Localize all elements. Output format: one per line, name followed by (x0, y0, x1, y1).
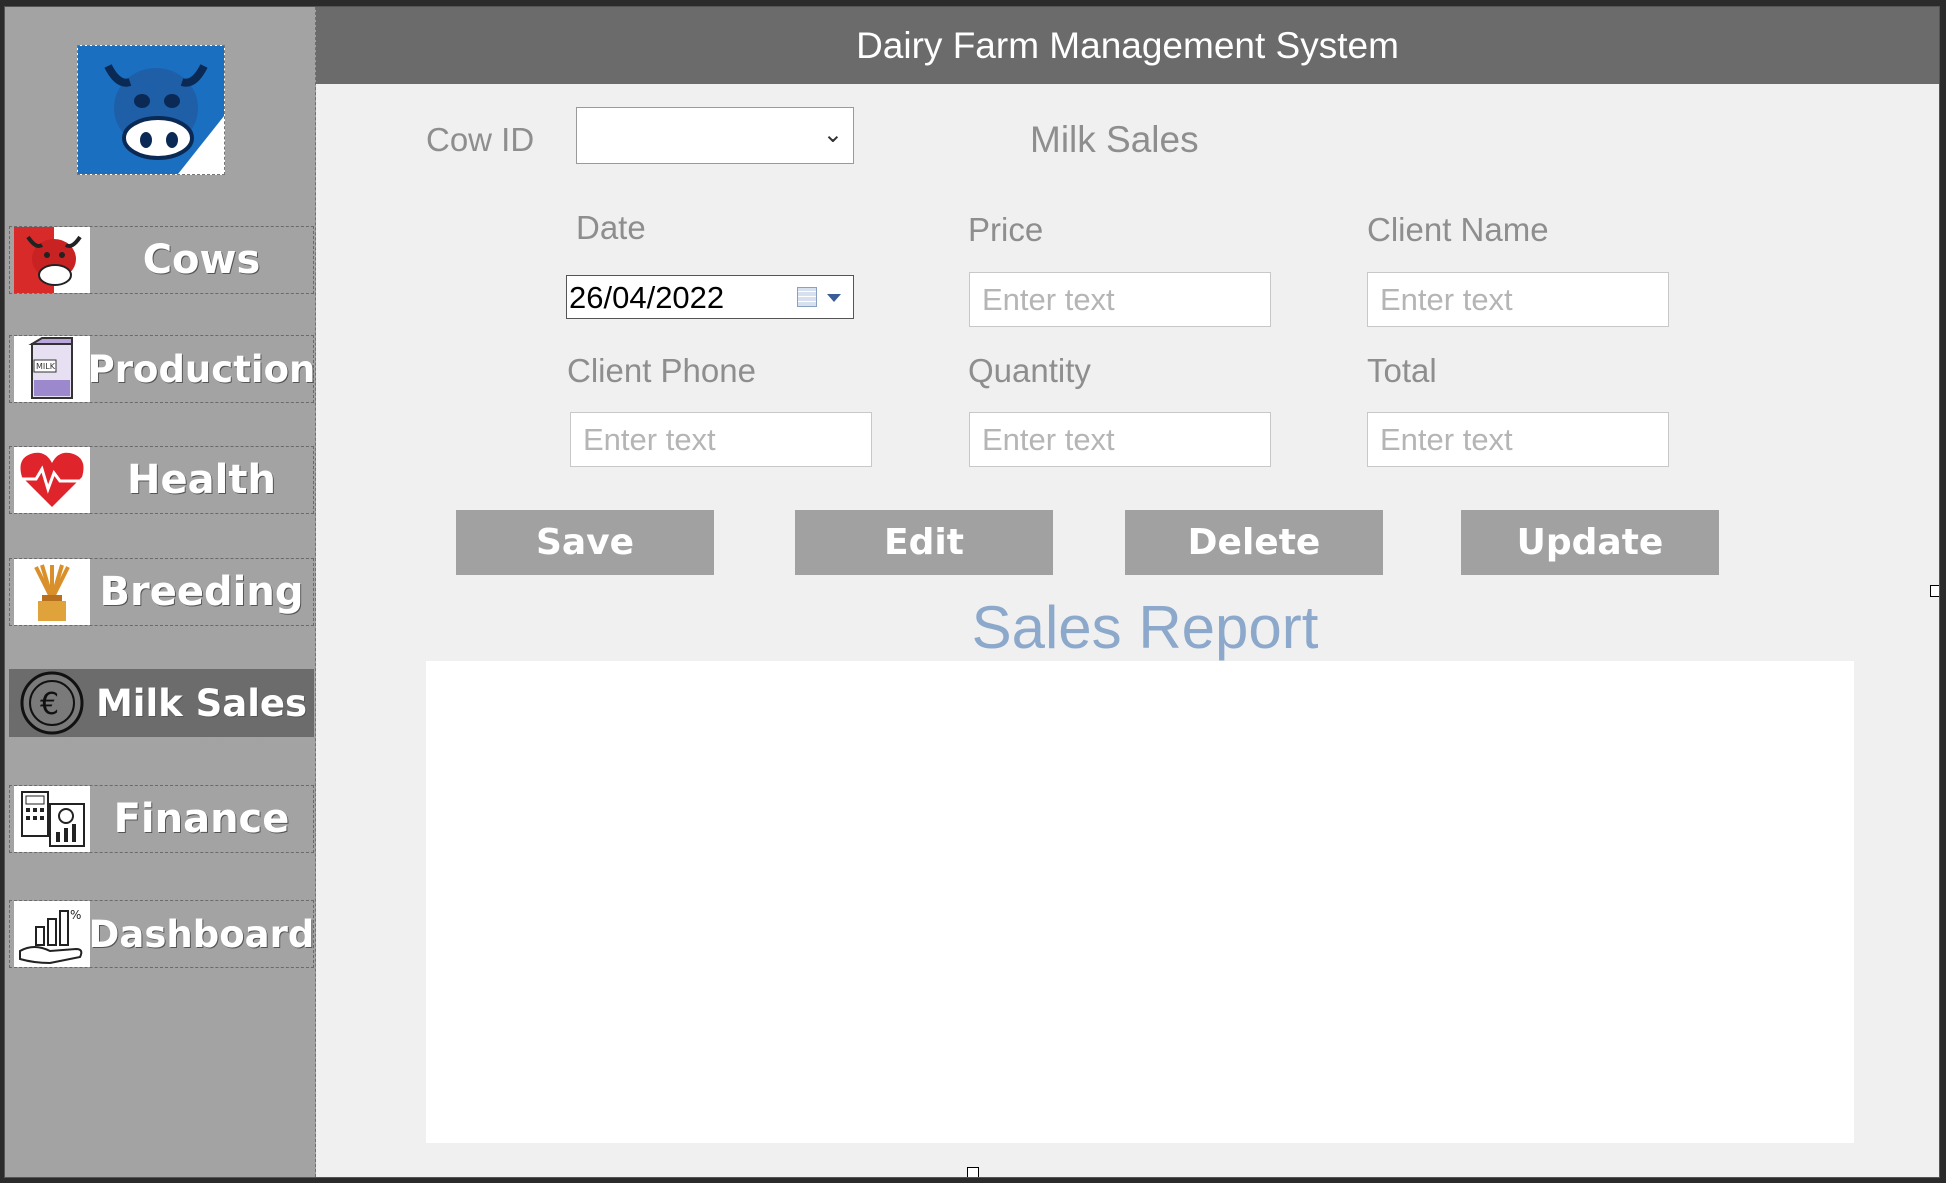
cow-id-select[interactable]: ⌄ (576, 107, 854, 164)
client-name-input[interactable] (1367, 272, 1669, 327)
sidebar-item-label: Milk Sales (95, 681, 308, 725)
total-label: Total (1367, 352, 1437, 389)
sidebar-item-production[interactable]: MILK Production (9, 335, 316, 403)
cow-id-label: Cow ID (426, 121, 535, 158)
cow-logo-icon (77, 45, 225, 175)
sidebar: Cows MILK Production Health Breeding € M… (5, 7, 316, 1177)
price-label: Price (968, 211, 1044, 248)
sidebar-item-label: Dashboard (88, 912, 315, 956)
delete-button[interactable]: Delete (1125, 510, 1383, 575)
svg-text:%: % (70, 908, 81, 922)
sidebar-item-label: Production (87, 347, 316, 391)
milk-carton-icon: MILK (14, 336, 90, 402)
client-phone-label: Client Phone (567, 352, 756, 389)
chart-hand-icon: % (14, 901, 90, 967)
client-name-label: Client Name (1367, 211, 1549, 248)
client-phone-input[interactable] (570, 412, 872, 467)
sales-report-grid[interactable] (426, 661, 1854, 1143)
total-input[interactable] (1367, 412, 1669, 467)
sidebar-item-label: Breeding (99, 569, 304, 615)
save-button[interactable]: Save (456, 510, 714, 575)
calculator-chart-icon (14, 786, 90, 852)
date-picker[interactable]: 26/04/2022 (566, 275, 854, 319)
quantity-label: Quantity (968, 352, 1091, 389)
sidebar-item-dashboard[interactable]: % Dashboard (9, 900, 314, 968)
price-input[interactable] (969, 272, 1271, 327)
date-value: 26/04/2022 (569, 280, 725, 315)
euro-coin-icon: € (14, 670, 90, 736)
dropdown-arrow-icon (827, 294, 841, 302)
cow-icon (14, 227, 90, 293)
sidebar-item-milk-sales[interactable]: € Milk Sales (9, 669, 314, 737)
quantity-input[interactable] (969, 412, 1271, 467)
chevron-down-icon: ⌄ (822, 121, 843, 148)
section-title: Milk Sales (1030, 119, 1199, 160)
sidebar-item-label: Finance (113, 796, 290, 842)
main-window: Cows MILK Production Health Breeding € M… (4, 6, 1940, 1178)
svg-text:€: € (40, 687, 59, 722)
sidebar-item-finance[interactable]: Finance (9, 785, 314, 853)
sidebar-item-breeding[interactable]: Breeding (9, 558, 314, 626)
wheat-icon (14, 559, 90, 625)
edit-button[interactable]: Edit (795, 510, 1053, 575)
update-button[interactable]: Update (1461, 510, 1719, 575)
sidebar-item-health[interactable]: Health (9, 446, 314, 514)
svg-text:MILK: MILK (36, 362, 56, 371)
date-label: Date (576, 209, 646, 246)
sidebar-item-cows[interactable]: Cows (9, 226, 314, 294)
heart-pulse-icon (14, 447, 90, 513)
report-title: Sales Report (971, 594, 1319, 661)
calendar-icon (797, 287, 817, 307)
resize-handle[interactable] (1930, 585, 1939, 597)
sidebar-item-label: Health (127, 457, 276, 503)
app-title: Dairy Farm Management System (316, 7, 1939, 84)
resize-handle[interactable] (967, 1167, 979, 1177)
sidebar-item-label: Cows (142, 237, 261, 283)
